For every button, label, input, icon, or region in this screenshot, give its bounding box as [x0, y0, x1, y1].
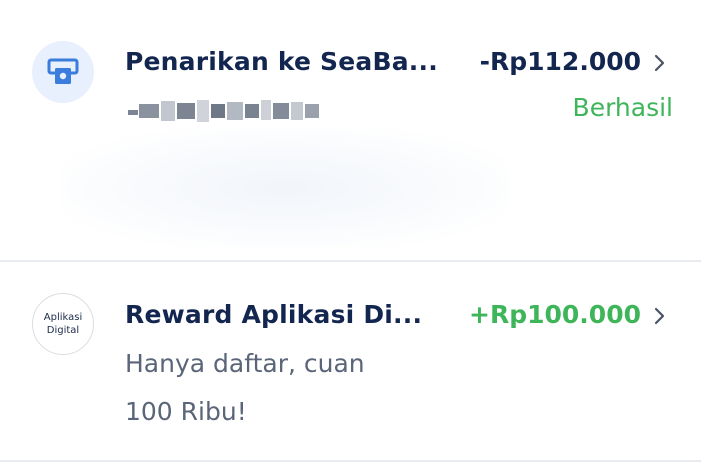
blurred-area	[60, 128, 510, 248]
chevron-right-icon[interactable]	[654, 54, 666, 72]
chevron-right-icon[interactable]	[654, 307, 666, 325]
atm-withdraw-icon	[32, 41, 94, 103]
transaction-description: Hanya daftar, cuan 100 Ribu!	[125, 340, 455, 436]
status-badge: Berhasil	[572, 93, 673, 122]
description-line: Hanya daftar, cuan	[125, 349, 365, 378]
description-line: 100 Ribu!	[125, 397, 247, 426]
app-logo-line1: Aplikasi	[43, 312, 83, 323]
transaction-amount: +Rp100.000	[469, 300, 641, 329]
transaction-row-withdrawal[interactable]: Penarikan ke SeaBa... -Rp112.000 Berhasi…	[0, 0, 701, 262]
app-logo-line2: Digital	[46, 325, 80, 336]
transaction-list: Penarikan ke SeaBa... -Rp112.000 Berhasi…	[0, 0, 701, 464]
masked-account-number	[125, 98, 330, 124]
transaction-amount: -Rp112.000	[479, 47, 641, 76]
transaction-title: Penarikan ke SeaBa...	[125, 47, 438, 76]
transaction-title: Reward Aplikasi Di...	[125, 300, 423, 329]
app-logo: Aplikasi Digital	[32, 293, 94, 355]
